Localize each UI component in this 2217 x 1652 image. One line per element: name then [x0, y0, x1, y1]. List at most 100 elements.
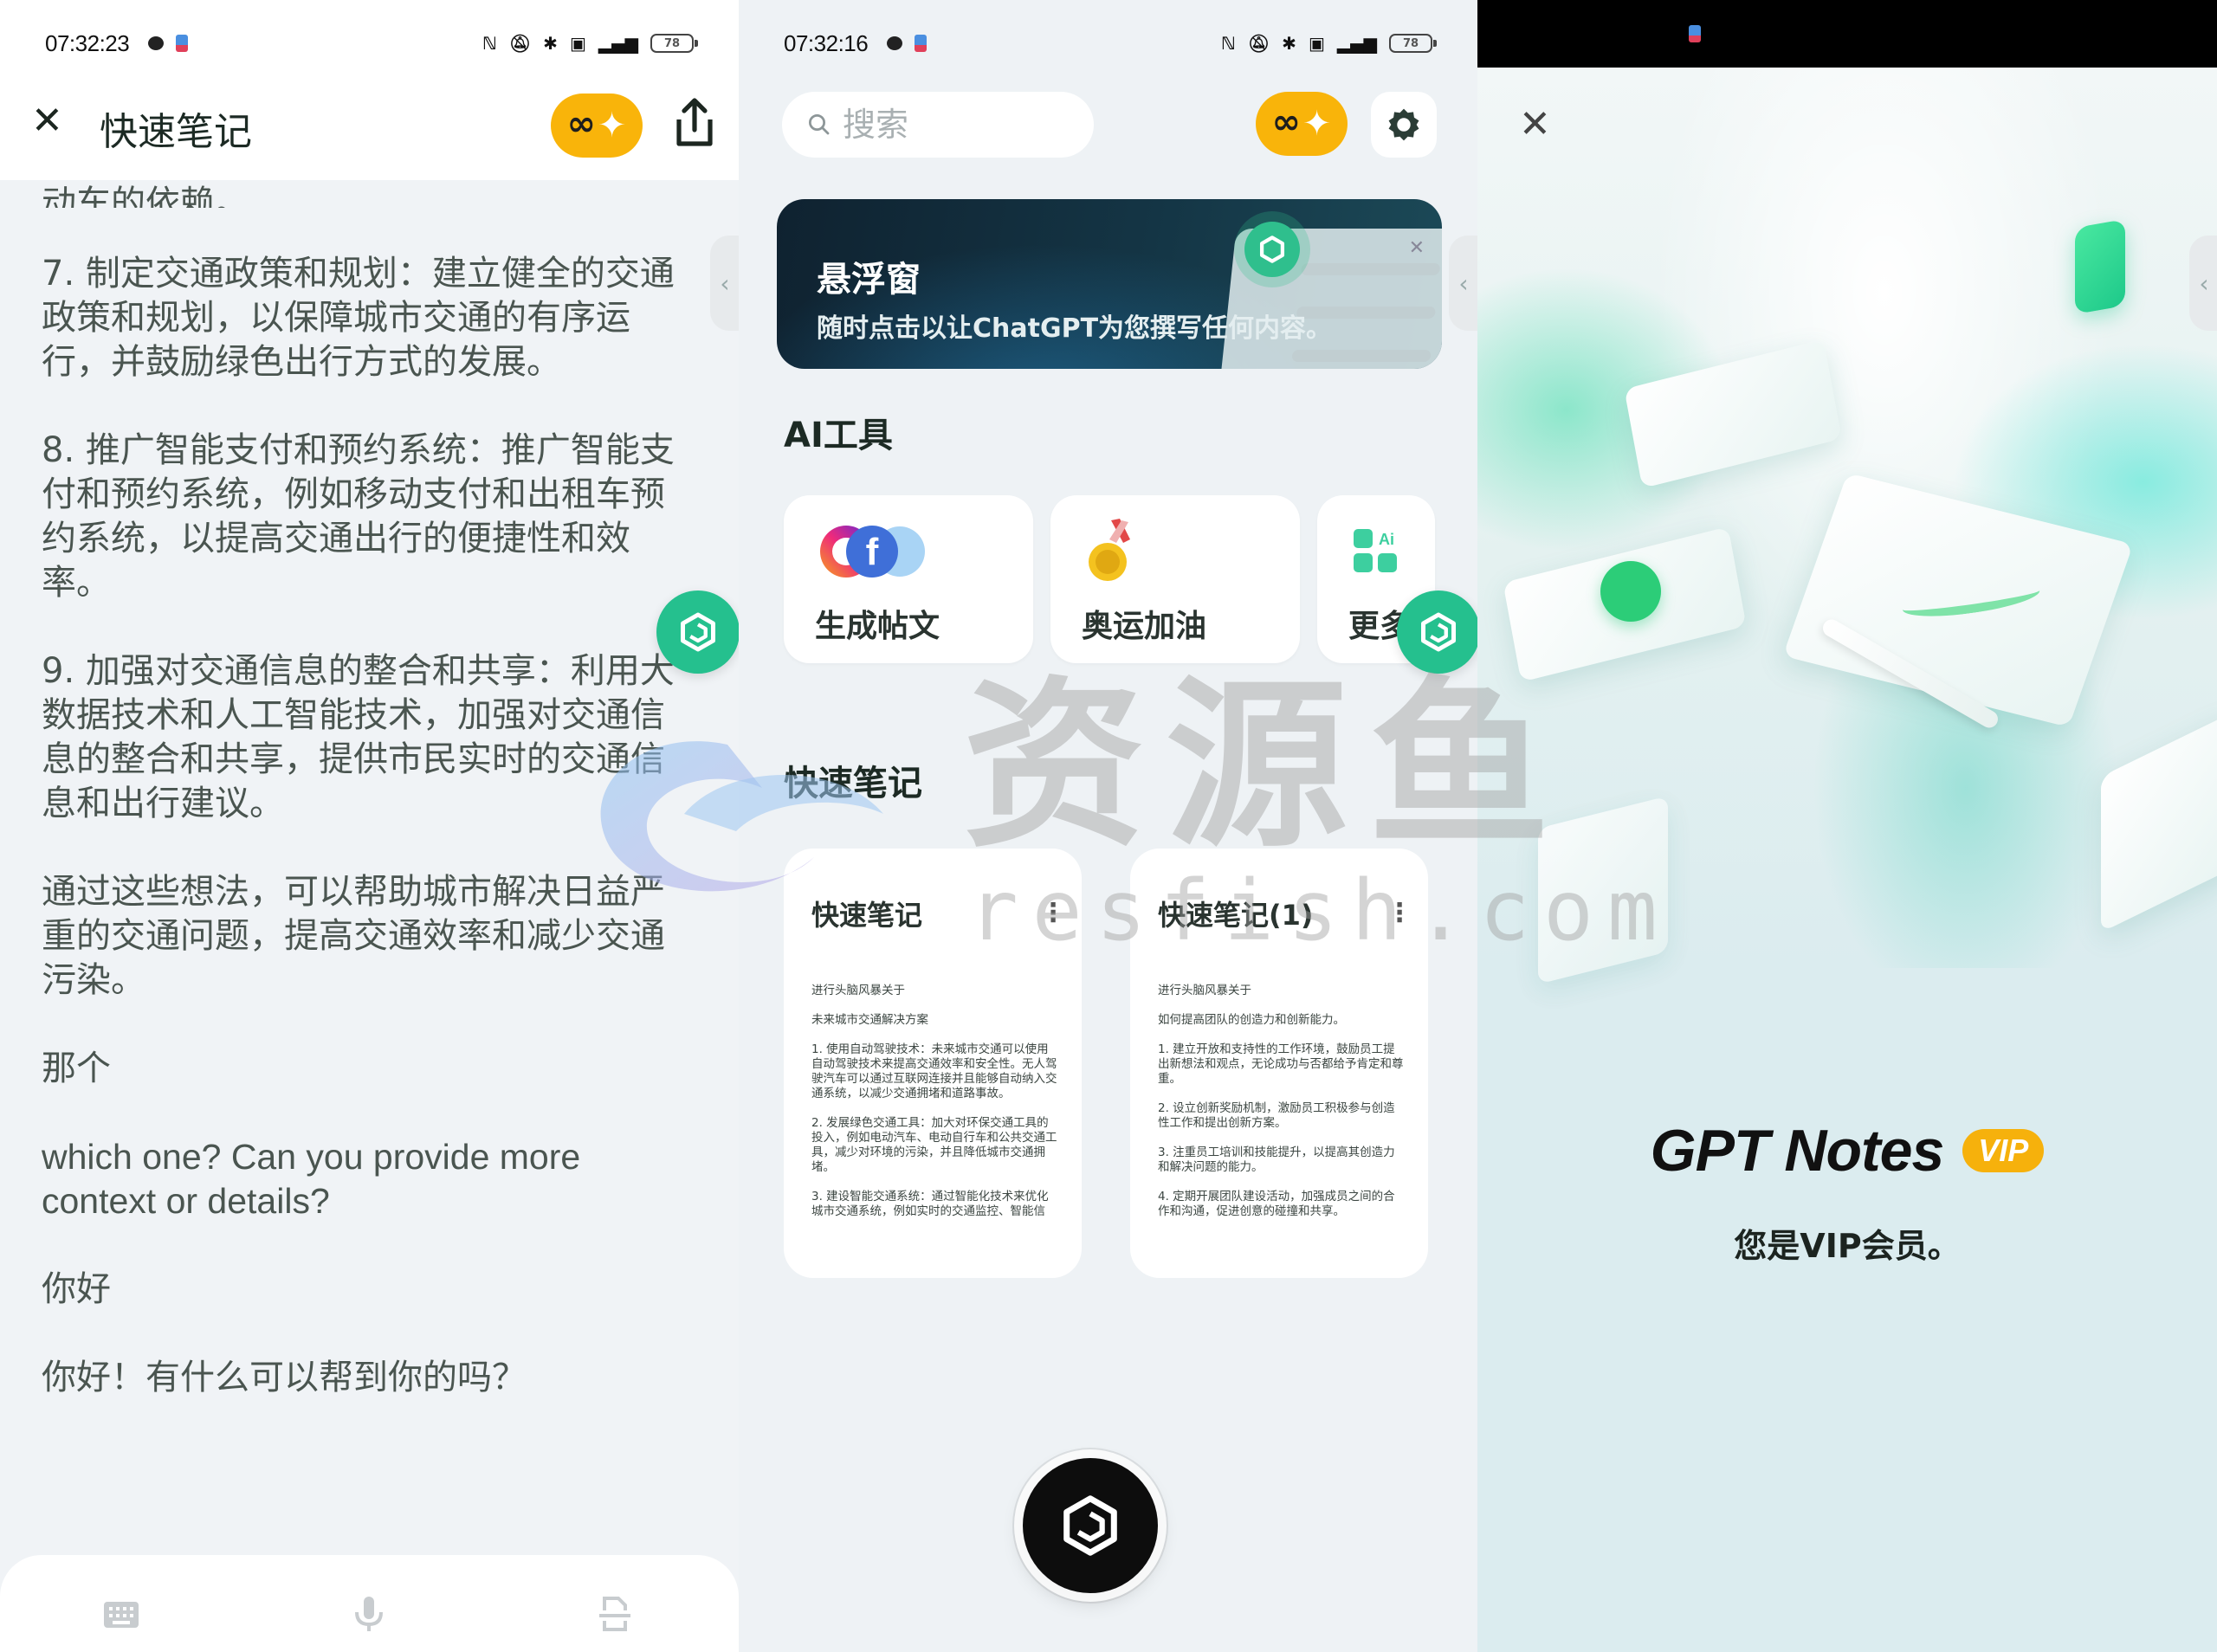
- note-paragraph: 那个: [42, 1049, 111, 1088]
- vip-badge: VIP: [1962, 1129, 2045, 1172]
- hd-icon: ▣: [1308, 33, 1325, 54]
- tool-label: 奥运加油: [1082, 609, 1207, 644]
- sparkle-icon: ✦: [597, 106, 627, 145]
- vip-status-message: 您是VIP会员。: [1734, 1227, 1961, 1265]
- note-preview: 进行头脑风暴关于 如何提高团队的创造力和创新能力。 1. 建立开放和支持性的工作…: [1158, 984, 1404, 1243]
- share-icon[interactable]: [672, 97, 717, 149]
- note-preview-line: 未来城市交通解决方案: [811, 1013, 928, 1027]
- status-bar: 07:32:23 ℕ 🔕︎ ✱ ▣ ▂▄▆ 78: [0, 0, 739, 87]
- keyboard-icon[interactable]: [100, 1593, 142, 1635]
- battery-icon: 78: [650, 34, 698, 53]
- new-note-fab[interactable]: [1023, 1458, 1158, 1593]
- floating-assistant-button[interactable]: [656, 590, 739, 674]
- editor-bottom-bar: [0, 1555, 739, 1652]
- mute-icon: 🔕︎: [508, 33, 532, 54]
- hd-icon: ▣: [569, 33, 586, 54]
- bluetooth-icon: ✱: [543, 33, 558, 54]
- vip-screen: ✕ ‹ GPT Notes VIP 您是VIP会员。: [1477, 0, 2217, 1652]
- illustration-doc-card: [1538, 796, 1668, 984]
- chevron-left-icon: ‹: [1458, 268, 1469, 298]
- close-button[interactable]: ✕: [31, 102, 63, 140]
- note-preview-line: 1. 使用自动驾驶技术：未来城市交通可以使用自动驾驶技术来提高交通效率和安全性。…: [811, 1042, 1057, 1100]
- status-time: 07:32:16: [784, 29, 869, 56]
- note-paragraph: 通过这些想法，可以帮助城市解决日益严重的交通问题，提高交通效率和减少交通污染。: [42, 872, 665, 1000]
- note-card[interactable]: 快速笔记 ⋮ 进行头脑风暴关于 未来城市交通解决方案 1. 使用自动驾驶技术：未…: [784, 849, 1082, 1278]
- note-preview-line: 如何提高团队的创造力和创新能力。: [1158, 1013, 1345, 1027]
- banner-illustration-close-icon: ✕: [1408, 237, 1425, 259]
- note-preview: 进行头脑风暴关于 未来城市交通解决方案 1. 使用自动驾驶技术：未来城市交通可以…: [811, 984, 1057, 1243]
- note-preview-line: 2. 设立创新奖励机制，激励员工积极参与创造性工作和提出创新方案。: [1158, 1101, 1395, 1130]
- note-editor-screen: 07:32:23 ℕ 🔕︎ ✱ ▣ ▂▄▆ 78 ✕ 快速笔记 ∞ ✦ 动车的依赖…: [0, 0, 739, 1652]
- banner-subtitle: 随时点击以让ChatGPT为您撰写任何内容。: [817, 313, 1333, 344]
- note-paragraph: 你好！有什么可以帮到你的吗？: [42, 1358, 527, 1397]
- more-vertical-icon[interactable]: ⋮: [1386, 900, 1412, 926]
- bluetooth-icon: ✱: [1282, 33, 1296, 54]
- medal-icon: [1085, 519, 1146, 582]
- illustration-green-tile: [2075, 218, 2125, 315]
- social-media-icon: f: [818, 521, 928, 582]
- edge-panel-handle[interactable]: ‹: [2189, 236, 2217, 331]
- tool-generate-post[interactable]: f 生成帖文: [784, 495, 1033, 663]
- search-bar[interactable]: [782, 92, 1094, 158]
- microphone-icon[interactable]: [348, 1593, 390, 1635]
- home-screen: 07:32:16 ℕ 🔕︎ ✱ ▣ ▂▄▆ 78 ∞✦ ✕: [739, 0, 1477, 1652]
- note-preview-line: 1. 建立开放和支持性的工作环境，鼓励员工提出新想法和观点，无论成功与否都给予肯…: [1158, 1042, 1404, 1086]
- note-title: 快速笔记: [811, 899, 923, 932]
- tool-label: 生成帖文: [815, 609, 940, 644]
- sparkle-icon: ✦: [1302, 104, 1332, 144]
- signal-icon: ▂▄▆: [1336, 33, 1377, 54]
- infinity-icon: ∞: [1271, 102, 1301, 142]
- note-content[interactable]: 动车的依赖。 7. 制定交通政策和规划：建立健全的交通政策和规划，以保障城市交通…: [42, 184, 693, 1444]
- note-preview-line: 2. 发展绿色交通工具：加大对环保交通工具的投入，例如电动汽车、电动自行车和公共…: [811, 1116, 1057, 1174]
- illustration-keyboard: [2101, 708, 2217, 933]
- tool-olympics-cheer[interactable]: 奥运加油: [1050, 495, 1300, 663]
- infinity-icon: ∞: [566, 104, 596, 144]
- app-name: GPT Notes: [1650, 1118, 1945, 1184]
- note-paragraph: 动车的依赖。: [42, 184, 249, 208]
- scan-document-icon[interactable]: [594, 1593, 636, 1635]
- chevron-left-icon: ‹: [720, 268, 730, 298]
- editor-header: 07:32:23 ℕ 🔕︎ ✱ ▣ ▂▄▆ 78 ✕ 快速笔记 ∞ ✦: [0, 0, 739, 180]
- note-paragraph: 8. 推广智能支付和预约系统：推广智能支付和预约系统，例如移动支付和出租车预约系…: [42, 430, 675, 603]
- floating-assistant-button[interactable]: [1397, 590, 1477, 674]
- nfc-icon: ℕ: [1221, 33, 1236, 54]
- note-card[interactable]: 快速笔记(1) ⋮ 进行头脑风暴关于 如何提高团队的创造力和创新能力。 1. 建…: [1130, 849, 1428, 1278]
- app-brand: GPT Notes VIP: [1477, 1117, 2217, 1184]
- nfc-icon: ℕ: [482, 33, 497, 54]
- page-title: 快速笔记: [100, 110, 252, 154]
- ai-tools-heading: AI工具: [784, 416, 893, 455]
- note-preview-line: 3. 注重员工培训和技能提升，以提高其创造力和解决问题的能力。: [1158, 1145, 1395, 1174]
- more-vertical-icon[interactable]: ⋮: [1040, 900, 1066, 926]
- vip-illustration: [1477, 68, 2217, 984]
- gear-icon: [1388, 108, 1419, 141]
- pro-badge-button[interactable]: ∞ ✦: [1256, 92, 1348, 156]
- pro-badge-button[interactable]: ∞ ✦: [551, 94, 643, 158]
- app-notification-icon: [176, 35, 189, 52]
- app-logo-icon: [681, 612, 715, 652]
- status-bar: [1477, 0, 2217, 68]
- note-paragraph: 你好: [42, 1269, 111, 1309]
- app-notification-icon: [1689, 25, 1701, 42]
- search-input[interactable]: [843, 106, 1085, 144]
- app-logo-icon: [1063, 1495, 1117, 1556]
- note-preview-line: 3. 建设智能交通系统：通过智能化技术来优化城市交通系统，例如实时的交通监控、智…: [811, 1190, 1049, 1218]
- note-preview-line: 进行头脑风暴关于: [1158, 984, 1251, 997]
- mute-icon: 🔕︎: [1247, 33, 1270, 54]
- edge-panel-handle[interactable]: ‹: [710, 236, 739, 331]
- floating-window-banner[interactable]: ✕ 悬浮窗 随时点击以让ChatGPT为您撰写任何内容。: [777, 199, 1442, 369]
- search-icon: [809, 114, 830, 135]
- quick-notes-heading: 快速笔记: [784, 764, 922, 803]
- app-notification-icon: [915, 35, 928, 52]
- svg-text:Ai: Ai: [1379, 531, 1394, 548]
- note-paragraph: which one? Can you provide more context …: [42, 1137, 581, 1221]
- app-logo-icon: [1244, 222, 1300, 277]
- chat-notification-icon: [148, 36, 165, 50]
- note-paragraph: 9. 加强对交通信息的整合和共享：利用大数据技术和人工智能技术，加强对交通信息的…: [42, 651, 675, 823]
- ai-grid-icon: Ai: [1352, 521, 1400, 582]
- close-button[interactable]: ✕: [1519, 102, 1551, 146]
- chevron-left-icon: ‹: [2199, 268, 2209, 298]
- settings-button[interactable]: [1371, 92, 1437, 158]
- chat-notification-icon: [887, 36, 903, 50]
- edge-panel-handle[interactable]: ‹: [1449, 236, 1477, 331]
- status-bar: 07:32:16 ℕ 🔕︎ ✱ ▣ ▂▄▆ 78: [739, 0, 1477, 87]
